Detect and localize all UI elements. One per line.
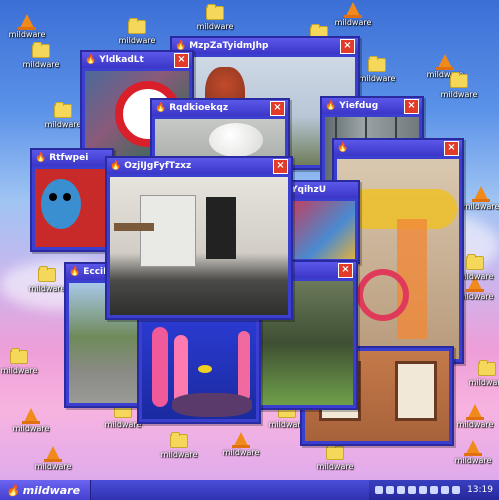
folder-icon [368, 56, 386, 72]
desktop-icon[interactable]: mildware [462, 186, 499, 211]
window-titlebar[interactable]: 🔥 Yiefdug × [322, 98, 422, 114]
desktop-icon[interactable]: mildware [28, 266, 66, 293]
tray-icon[interactable] [408, 486, 417, 494]
close-icon[interactable]: × [404, 98, 419, 114]
traffic-cone-icon [44, 446, 62, 462]
window-titlebar[interactable]: 🔥 Rqdkioekqz × [152, 100, 288, 116]
tray-icon[interactable] [419, 486, 428, 494]
flame-icon: 🔥 [6, 483, 20, 497]
tray-icon[interactable] [452, 486, 461, 494]
window-content-image [142, 321, 256, 419]
tray-icon[interactable] [386, 486, 395, 494]
window-titlebar[interactable]: 🔥 OzjIJgFyfTzxz × [107, 158, 291, 174]
desktop-icon[interactable]: mildware [0, 348, 38, 375]
folder-icon [128, 18, 146, 34]
folder-icon [170, 432, 188, 448]
tray-icon[interactable] [430, 486, 439, 494]
folder-icon [450, 72, 468, 88]
traffic-cone-icon [466, 404, 484, 420]
taskbar: 🔥 mildware 13:19 [0, 480, 499, 500]
folder-icon [478, 360, 496, 376]
window-titlebar[interactable]: 🔥 YldkadLt × [82, 52, 192, 68]
start-button[interactable]: 🔥 mildware [0, 480, 92, 500]
folder-icon [54, 102, 72, 118]
close-icon[interactable]: × [340, 38, 355, 54]
desktop-icon[interactable]: mildware [454, 440, 492, 465]
desktop-icon[interactable]: mildware [358, 56, 396, 83]
flame-icon: 🔥 [325, 101, 337, 111]
folder-icon [38, 266, 56, 282]
tray-icon[interactable] [441, 486, 450, 494]
flame-icon: 🔥 [85, 55, 97, 65]
system-tray: 13:19 [369, 480, 499, 500]
window-content-image [110, 177, 288, 315]
close-icon[interactable]: × [174, 52, 189, 68]
window-rtfwpei[interactable]: 🔥 Rtfwpei [30, 148, 114, 252]
desktop-icon[interactable]: mildware [440, 72, 478, 99]
desktop-icon[interactable]: mildware [316, 444, 354, 471]
close-icon[interactable]: × [270, 100, 285, 116]
window-titlebar[interactable]: 🔥 MzpZaTyidmJhp × [172, 38, 358, 54]
traffic-cone-icon [18, 14, 36, 30]
tray-icon[interactable] [375, 486, 384, 494]
desktop-icon[interactable]: mildware [196, 4, 234, 31]
desktop-icon[interactable]: mildware [468, 360, 499, 387]
window-yqihzu[interactable]: YqihzU [286, 180, 360, 264]
traffic-cone-icon [344, 2, 362, 18]
folder-icon [32, 42, 50, 58]
desktop-icon[interactable]: mildware [334, 2, 372, 27]
desktop-icon[interactable]: mildware [8, 14, 46, 39]
desktop-icon[interactable]: mildware [34, 446, 72, 471]
flame-icon: 🔥 [155, 103, 167, 113]
folder-icon [326, 444, 344, 460]
tray-icon[interactable] [397, 486, 406, 494]
traffic-cone-icon [22, 408, 40, 424]
window-ozjijgfyftzxz[interactable]: 🔥 OzjIJgFyfTzxz × [105, 156, 293, 320]
traffic-cone-icon [232, 432, 250, 448]
window-titlebar[interactable]: YqihzU [288, 182, 358, 198]
desktop-icon[interactable]: mildware [118, 18, 156, 45]
folder-icon [10, 348, 28, 364]
folder-icon [466, 254, 484, 270]
desktop-icon[interactable]: mildware [160, 432, 198, 459]
desktop-icon[interactable]: mildware [222, 432, 260, 457]
flame-icon: 🔥 [69, 267, 81, 277]
desktop-icon[interactable]: mildware [456, 404, 494, 429]
flame-icon: 🔥 [110, 161, 122, 171]
close-icon[interactable]: × [338, 262, 353, 278]
traffic-cone-icon [472, 186, 490, 202]
desktop-icon[interactable]: mildware [12, 408, 50, 433]
close-icon[interactable]: × [444, 140, 459, 156]
desktop-icon[interactable]: mildware [44, 102, 82, 129]
window-titlebar[interactable]: 🔥 Rtfwpei [32, 150, 112, 166]
flame-icon: 🔥 [35, 153, 47, 163]
window-content-image [35, 169, 109, 247]
window-content-image [291, 201, 355, 259]
traffic-cone-icon [464, 440, 482, 456]
window-titlebar[interactable]: 🔥 × [334, 140, 462, 156]
clock[interactable]: 13:19 [467, 485, 493, 495]
flame-icon: 🔥 [337, 143, 349, 153]
window-coral[interactable] [137, 316, 261, 424]
folder-icon [206, 4, 224, 20]
desktop-icon[interactable]: mildware [22, 42, 60, 69]
close-icon[interactable]: × [273, 158, 288, 174]
traffic-cone-icon [436, 54, 454, 70]
